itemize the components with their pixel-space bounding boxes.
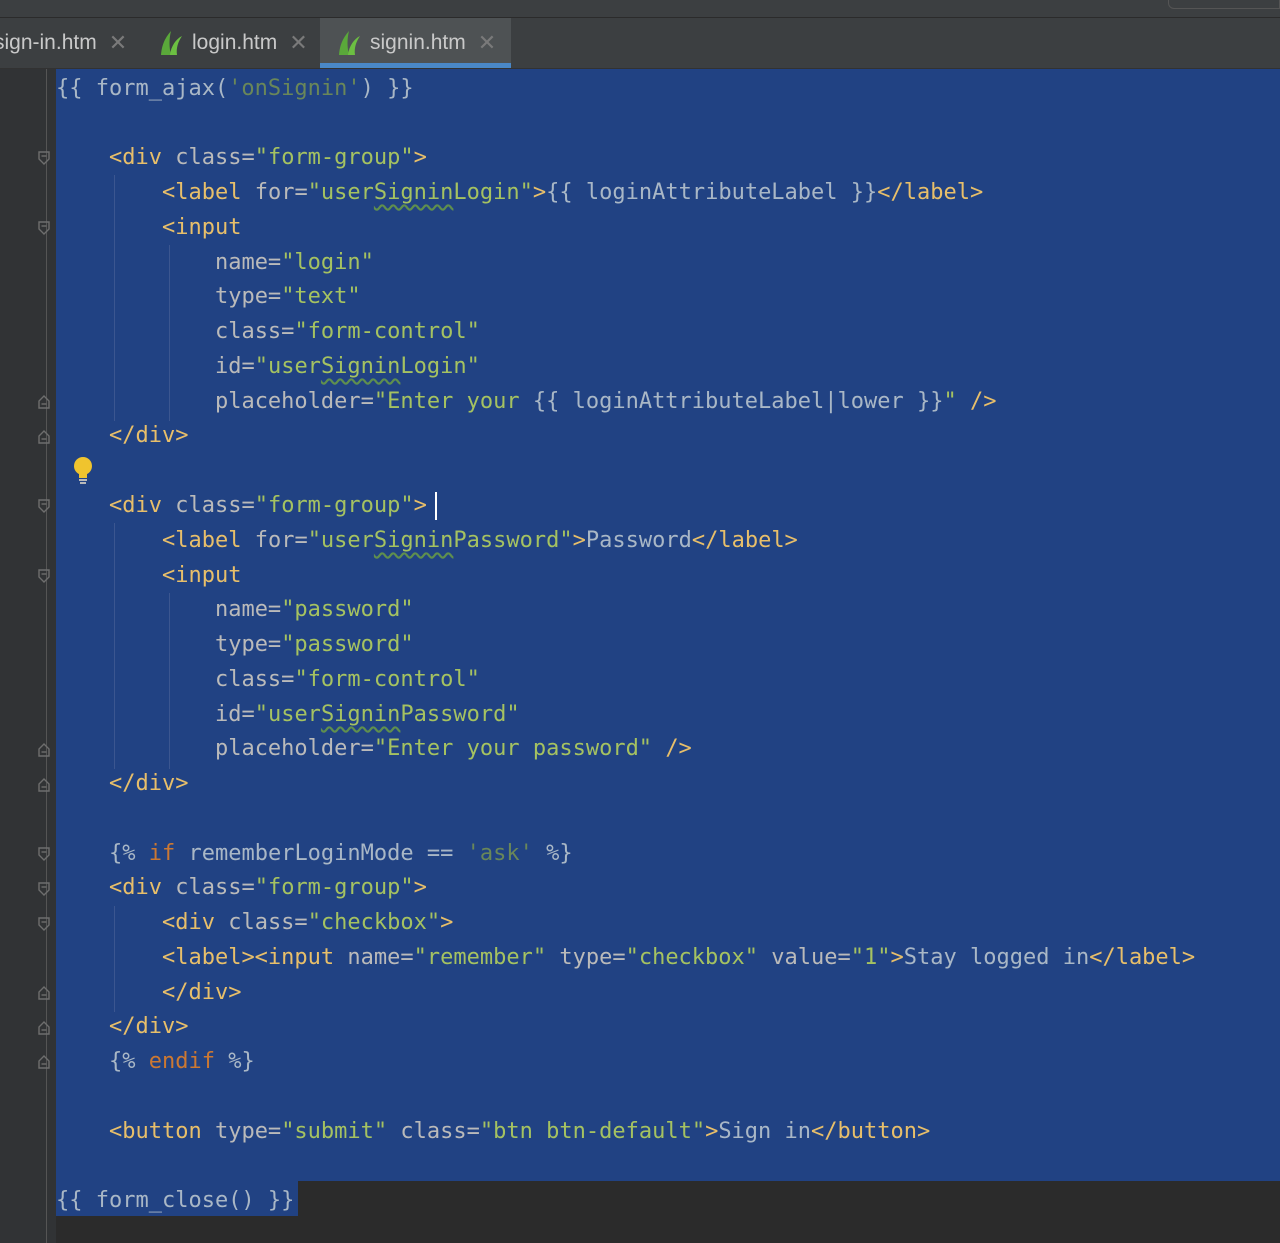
tab-login-htm[interactable]: login.htm ✕: [158, 18, 308, 68]
code-line-29: {% endif %}: [108, 1049, 255, 1074]
code-line-27: </div>: [161, 980, 242, 1005]
code-editor[interactable]: {{ form_ajax('onSignin') }} <div class="…: [56, 69, 1280, 1243]
code-line-10: placeholder="Enter your {{ loginAttribut…: [214, 389, 997, 414]
code-line-7: type="text": [214, 284, 361, 309]
fold-marker-icon[interactable]: [38, 430, 50, 444]
fold-marker-icon[interactable]: [38, 499, 50, 513]
code-line-26: <label><input name="remember" type="chec…: [161, 945, 1196, 970]
fold-marker-icon[interactable]: [38, 569, 50, 583]
code-line-23: {% if rememberLoginMode == 'ask' %}: [108, 841, 573, 866]
code-line-15: <input: [161, 563, 242, 588]
code-line-31: <button type="submit" class="btn btn-def…: [108, 1119, 931, 1144]
code-line-8: class="form-control": [214, 319, 480, 344]
fold-marker-icon[interactable]: [38, 743, 50, 757]
text-caret: [435, 492, 437, 520]
code-line-33: {{ form_close() }}: [56, 1188, 295, 1213]
code-line-24: <div class="form-group">: [108, 875, 427, 900]
code-line-18: class="form-control": [214, 667, 480, 692]
code-line-14: <label for="userSigninPassword">Password…: [161, 528, 798, 553]
fold-marker-icon[interactable]: [38, 986, 50, 1000]
fold-marker-icon[interactable]: [38, 1055, 50, 1069]
fold-marker-icon[interactable]: [38, 221, 50, 235]
code-line-1: {{ form_ajax('onSignin') }}: [56, 76, 414, 101]
fold-marker-icon[interactable]: [38, 778, 50, 792]
code-line-4: <label for="userSigninLogin">{{ loginAtt…: [161, 180, 984, 205]
fold-marker-icon[interactable]: [38, 882, 50, 896]
code-line-21: </div>: [108, 771, 189, 796]
code-line-6: name="login": [214, 250, 374, 275]
tab-sign-in-htm[interactable]: sign-in.htm ✕: [0, 18, 137, 68]
code-line-19: id="userSigninPassword": [214, 702, 520, 727]
code-line-11: </div>: [108, 423, 189, 448]
twig-leaf-icon: [161, 31, 182, 55]
close-icon[interactable]: ✕: [478, 31, 496, 56]
fold-marker-icon[interactable]: [38, 847, 50, 861]
code-line-17: type="password": [214, 632, 414, 657]
code-line-9: id="userSigninLogin": [214, 354, 480, 379]
code-line-20: placeholder="Enter your password" />: [214, 736, 692, 761]
tab-label: signin.htm: [370, 31, 466, 54]
fold-marker-icon[interactable]: [38, 1021, 50, 1035]
close-icon[interactable]: ✕: [109, 31, 127, 56]
tab-label: sign-in.htm: [0, 31, 97, 54]
window-title-strip: [0, 0, 1280, 18]
code-line-3: <div class="form-group">: [108, 145, 427, 170]
close-icon[interactable]: ✕: [289, 31, 307, 56]
code-line-16: name="password": [214, 597, 414, 622]
fold-marker-icon[interactable]: [38, 151, 50, 165]
code-line-5: <input: [161, 215, 242, 240]
tab-signin-htm[interactable]: signin.htm ✕: [320, 18, 511, 68]
fold-marker-icon[interactable]: [38, 917, 50, 931]
fold-marker-icon[interactable]: [38, 395, 50, 409]
twig-leaf-icon: [339, 31, 360, 55]
lightbulb-icon[interactable]: [70, 455, 96, 487]
active-tab-indicator: [320, 63, 511, 68]
code-line-28: </div>: [108, 1014, 189, 1039]
toolbar-edge: [1168, 0, 1280, 9]
tab-label: login.htm: [192, 31, 278, 54]
editor-tab-bar: sign-in.htm ✕ login.htm ✕ signin.htm ✕: [0, 18, 1280, 69]
code-line-13: <div class="form-group">: [108, 493, 427, 518]
editor-gutter: [0, 69, 56, 1243]
code-line-25: <div class="checkbox">: [161, 910, 454, 935]
